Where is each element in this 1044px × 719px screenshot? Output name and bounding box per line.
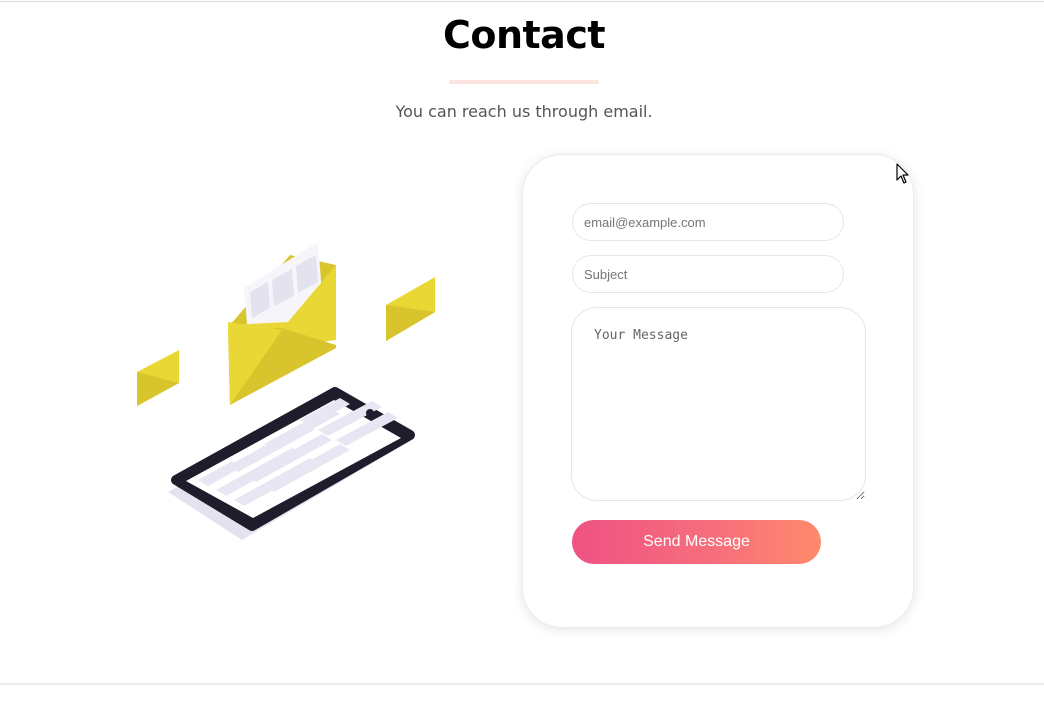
page-subtitle: You can reach us through email. bbox=[395, 102, 653, 121]
top-divider bbox=[0, 1, 1044, 2]
page-title: Contact bbox=[442, 13, 606, 57]
bottom-divider bbox=[0, 683, 1044, 685]
phone-camera bbox=[366, 409, 374, 417]
subject-field[interactable] bbox=[572, 255, 844, 293]
contact-form-card: Send Message bbox=[522, 154, 914, 628]
message-field[interactable] bbox=[571, 307, 866, 501]
title-underline bbox=[449, 80, 599, 84]
send-message-button[interactable]: Send Message bbox=[572, 520, 821, 564]
email-field[interactable] bbox=[572, 203, 844, 241]
mail-phone-illustration bbox=[137, 242, 435, 540]
mouse-pointer-icon bbox=[896, 163, 909, 184]
